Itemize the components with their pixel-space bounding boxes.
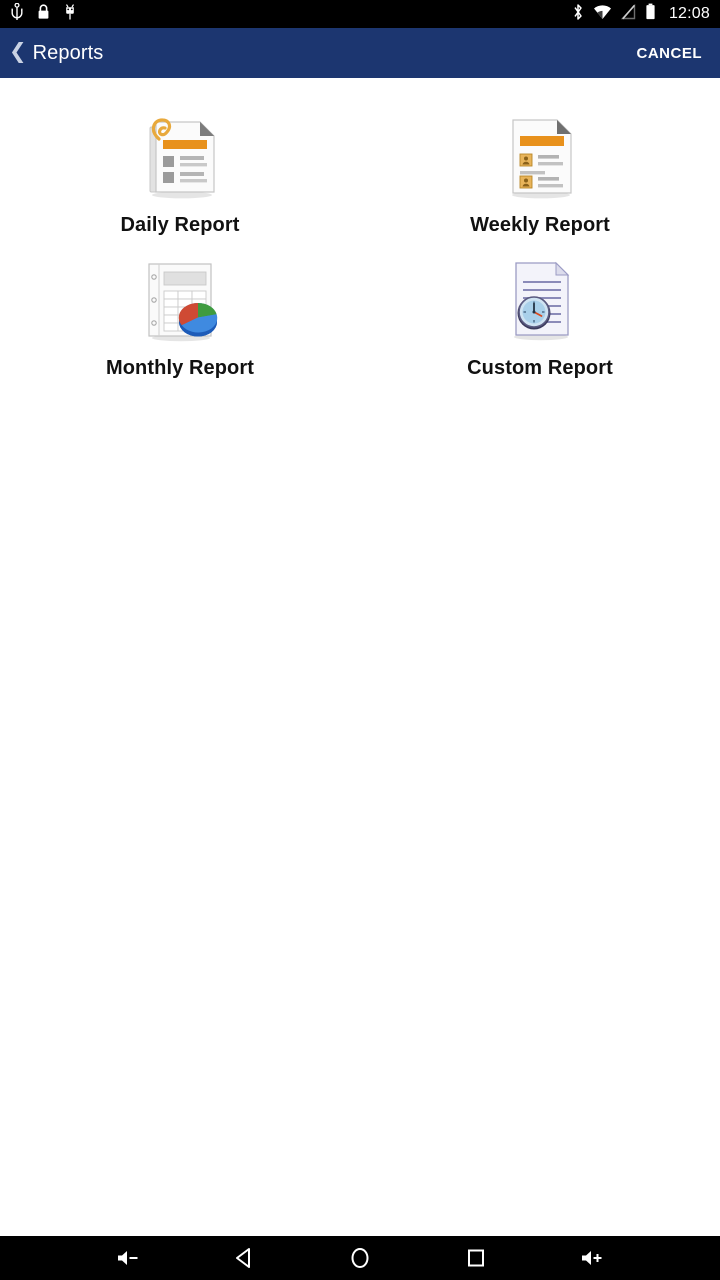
wifi-icon [593, 4, 612, 25]
home-icon[interactable] [330, 1236, 390, 1280]
navigation-bar [0, 1236, 720, 1280]
bluetooth-icon [572, 3, 584, 26]
document-clock-icon [490, 249, 590, 349]
report-label: Custom Report [467, 357, 613, 379]
report-item-custom[interactable]: Custom Report [360, 243, 720, 384]
status-bar-clock: 12:08 [668, 5, 710, 22]
status-bar-right-icons: 12:08 [572, 3, 710, 26]
adb-android-icon [63, 3, 77, 26]
cancel-button[interactable]: CANCEL [637, 45, 703, 62]
report-label: Weekly Report [470, 214, 610, 236]
report-item-monthly[interactable]: Monthly Report [0, 243, 360, 384]
status-bar-left-icons [10, 2, 77, 26]
report-item-daily[interactable]: Daily Report [0, 100, 360, 241]
usb-icon [10, 2, 24, 26]
volume-up-icon[interactable] [562, 1236, 622, 1280]
report-grid: Daily Report Weekly Report Monthly Repor… [0, 78, 720, 384]
app-bar: ❮ Reports CANCEL [0, 28, 720, 78]
page-title: Reports [32, 42, 104, 64]
recents-icon[interactable] [446, 1236, 506, 1280]
back-icon[interactable] [214, 1236, 274, 1280]
document-paperclip-orange-icon [130, 106, 230, 206]
report-label: Monthly Report [105, 357, 255, 379]
status-bar: 12:08 [0, 0, 720, 28]
no-sim-signal-icon [620, 3, 636, 25]
spreadsheet-piechart-icon [130, 249, 230, 349]
reports-content: Daily Report Weekly Report Monthly Repor… [0, 78, 720, 1236]
battery-icon [645, 3, 656, 25]
volume-down-icon[interactable] [98, 1236, 158, 1280]
report-item-weekly[interactable]: Weekly Report [360, 100, 720, 241]
document-contacts-orange-icon [490, 106, 590, 206]
back-chevron-icon[interactable]: ❮ [5, 41, 33, 65]
report-label: Daily Report [120, 214, 240, 236]
lock-icon [37, 3, 50, 25]
